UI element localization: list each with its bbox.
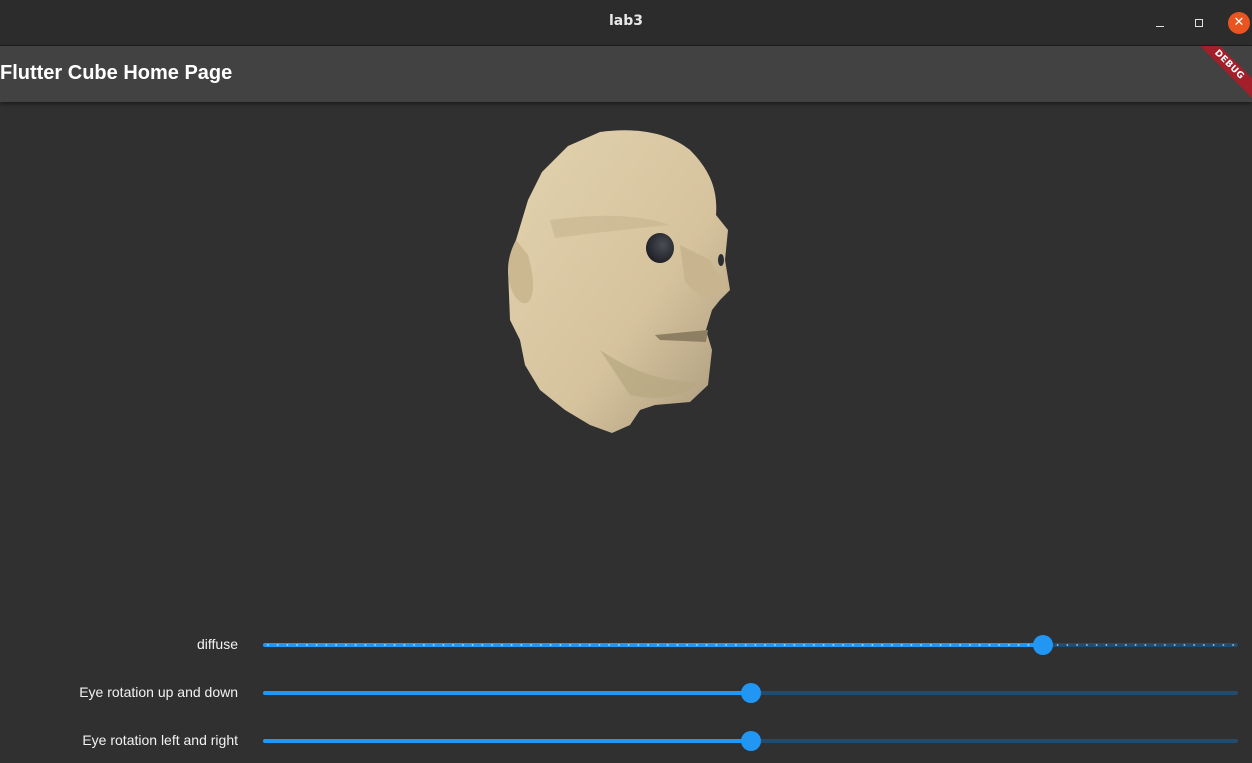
window-title: lab3 <box>608 13 643 29</box>
close-icon: ✕ <box>1233 15 1245 30</box>
slider-label-eye-left-right: Eye rotation left and right <box>82 732 238 748</box>
debug-banner: DEBUG <box>1192 46 1252 102</box>
close-button[interactable]: ✕ <box>1228 12 1250 34</box>
minimize-button[interactable] <box>1149 12 1171 34</box>
eye-up-down-slider-track[interactable] <box>263 683 1238 703</box>
page-title: Flutter Cube Home Page <box>0 62 233 84</box>
app-bar: Flutter Cube Home Page DEBUG <box>0 46 1252 102</box>
minimize-icon <box>1156 26 1164 27</box>
slider-label-diffuse: diffuse <box>197 636 238 652</box>
slider-eye-up-down: Eye rotation up and down <box>0 678 1252 708</box>
slider-eye-left-right: Eye rotation left and right <box>0 726 1252 756</box>
app-window: lab3 ✕ Flutter Cube Home Page DEBUG diff… <box>0 0 1252 763</box>
slider-label-eye-up-down: Eye rotation up and down <box>79 684 238 700</box>
eye-left-right-slider-thumb[interactable] <box>740 731 761 751</box>
slider-diffuse: diffuse <box>0 630 1252 660</box>
3d-head-viewport[interactable] <box>480 120 760 450</box>
head-model-icon <box>508 130 730 434</box>
diffuse-slider-thumb[interactable] <box>1033 635 1053 655</box>
eye-up-down-slider-thumb[interactable] <box>740 683 761 703</box>
window-titlebar[interactable]: lab3 ✕ <box>0 0 1252 46</box>
eye-left-right-slider-active-track <box>263 739 751 743</box>
diffuse-slider-track[interactable] <box>263 635 1238 655</box>
eye-left-right-slider-track[interactable] <box>263 731 1238 751</box>
maximize-button[interactable] <box>1188 12 1210 34</box>
slider-division-ticks-active <box>263 644 1043 646</box>
maximize-icon <box>1195 19 1203 27</box>
eye-up-down-slider-active-track <box>263 691 751 695</box>
